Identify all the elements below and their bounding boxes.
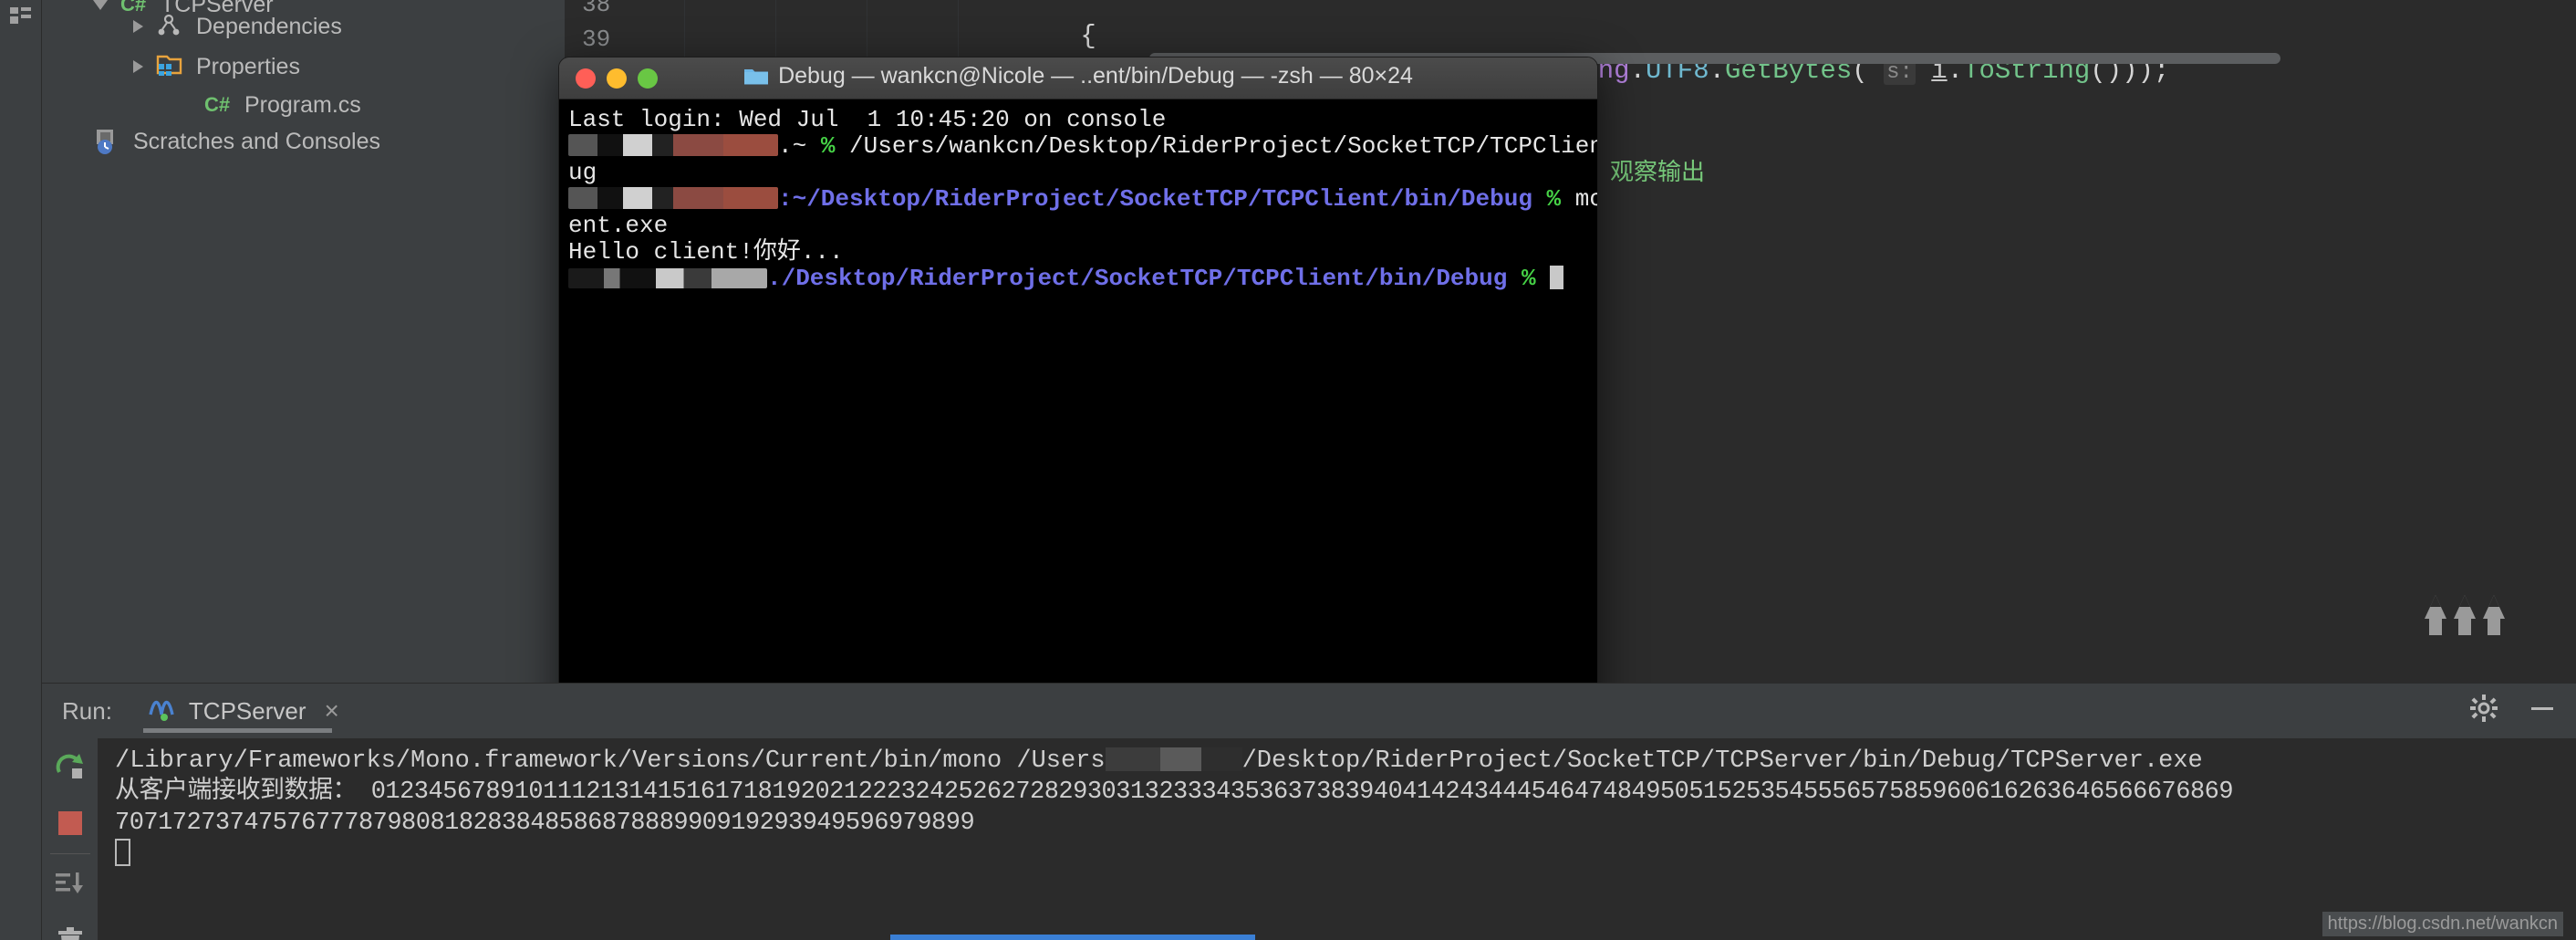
- console-received-data: 0123456789101112131415161718192021222324…: [357, 778, 2234, 806]
- term-line-6: Hello client!你好...: [568, 238, 844, 266]
- run-tool-label: Run:: [62, 696, 112, 725]
- terminal-title-label: Debug — wankcn@Nicole — ..ent/bin/Debug …: [778, 63, 1413, 89]
- run-tool-header: Run: TCPServer ×: [42, 684, 2576, 738]
- term-line-7-path: ./Desktop/RiderProject/SocketTCP/TCPClie…: [767, 265, 1522, 292]
- toolbar-separator: [49, 853, 90, 854]
- rerun-icon: [56, 754, 83, 778]
- scratches-icon: [93, 128, 124, 155]
- stop-icon: [58, 811, 82, 835]
- watermark: https://blog.csdn.net/wankcn: [2322, 912, 2563, 936]
- dependencies-icon: [156, 13, 187, 40]
- console-line-received: 从客户端接收到数据： 01234567891011121314151617181…: [115, 777, 2576, 808]
- chevron-right-icon[interactable]: [133, 20, 143, 33]
- term-line-5: ent.exe: [568, 212, 669, 239]
- run-config-icon: [149, 696, 178, 726]
- close-icon[interactable]: ×: [325, 696, 339, 726]
- terminal-cursor: [1550, 266, 1564, 289]
- run-tab-label: TCPServer: [188, 696, 306, 725]
- mountains-icon: [2423, 591, 2510, 642]
- terminal-body[interactable]: Last login: Wed Jul 1 10:45:20 on consol…: [559, 99, 1597, 720]
- term-line-2-pct: %: [820, 132, 836, 160]
- run-header-actions: [2470, 695, 2556, 726]
- ide-window: 2: Favorites C# TCPServer Dependencies: [0, 0, 2576, 940]
- param-hint-s: s:: [1884, 60, 1916, 85]
- gear-icon[interactable]: [2470, 695, 2498, 726]
- console-caret: [115, 839, 130, 866]
- term-line-3: ug: [568, 159, 597, 186]
- tree-item-scratches[interactable]: Scratches and Consoles: [93, 126, 380, 157]
- stop-button[interactable]: [42, 795, 99, 851]
- tree-item-label: Dependencies: [196, 13, 342, 39]
- tree-item-program-cs[interactable]: C# Program.cs: [204, 89, 361, 120]
- redacted-prompt-1: [568, 134, 778, 156]
- folder-icon: [743, 67, 769, 93]
- tree-item-dependencies[interactable]: Dependencies: [133, 11, 342, 42]
- console-line-received-cont: 7071727374757677787980818283848586878889…: [115, 808, 2576, 839]
- console-line-command: /Library/Frameworks/Mono.framework/Versi…: [115, 746, 2576, 777]
- annotation-observe-output: 观察输出: [1610, 158, 1706, 185]
- tree-item-label: Program.cs: [244, 91, 361, 118]
- left-tool-strip: 2: Favorites: [0, 0, 42, 940]
- properties-folder-icon: [156, 53, 187, 80]
- minimize-icon[interactable]: [2529, 695, 2556, 726]
- run-console-output[interactable]: /Library/Frameworks/Mono.framework/Versi…: [99, 738, 2576, 940]
- term-line-7-pct: %: [1521, 265, 1536, 292]
- run-tool-window: Run: TCPServer × /Library/Frameworks/Mon…: [42, 683, 2576, 940]
- trash-icon: [58, 927, 82, 940]
- csharp-file-icon: C#: [204, 93, 231, 116]
- console-cmd-part2: /Desktop/RiderProject/SocketTCP/TCPServe…: [1241, 747, 2203, 775]
- clear-all-button[interactable]: [42, 913, 99, 940]
- progress-strip: [890, 935, 1255, 940]
- redacted-username: [1105, 747, 1242, 771]
- rerun-button[interactable]: [42, 738, 99, 795]
- redacted-prompt-2: [568, 187, 778, 209]
- terminal-title-text: Debug — wankcn@Nicole — ..ent/bin/Debug …: [559, 63, 1597, 93]
- term-line-1: Last login: Wed Jul 1 10:45:20 on consol…: [568, 106, 1167, 133]
- term-line-4-path: :~/Desktop/RiderProject/SocketTCP/TCPCli…: [778, 185, 1547, 213]
- term-line-4-pct: %: [1546, 185, 1562, 213]
- console-received-data-cont: 7071727374757677787980818283848586878889…: [115, 809, 975, 837]
- tree-item-label: Properties: [196, 53, 300, 79]
- term-line-4-cmd: mono TCPCli: [1574, 185, 1597, 213]
- console-line-caret: [115, 839, 2576, 871]
- redacted-prompt-3: [568, 268, 767, 288]
- terminal-window[interactable]: Debug — wankcn@Nicole — ..ent/bin/Debug …: [558, 57, 1598, 721]
- project-tree-panel: C# TCPServer Dependencies Properties C# …: [42, 0, 566, 683]
- wrap-icon: [56, 872, 83, 893]
- term-line-2-cmd: /Users/wankcn/Desktop/RiderProject/Socke…: [849, 132, 1597, 160]
- structure-icon[interactable]: [9, 5, 33, 26]
- term-line-2-prompt: .~: [778, 132, 821, 160]
- terminal-title-bar[interactable]: Debug — wankcn@Nicole — ..ent/bin/Debug …: [559, 57, 1597, 99]
- line-number-38: 38: [582, 0, 611, 18]
- tree-item-label: Scratches and Consoles: [133, 128, 380, 154]
- soft-wrap-button[interactable]: [42, 856, 99, 913]
- console-cmd-part1: /Library/Frameworks/Mono.framework/Versi…: [115, 747, 1106, 775]
- run-toolbar: [42, 738, 99, 940]
- console-received-label: 从客户端接收到数据：: [115, 778, 358, 806]
- tree-item-properties[interactable]: Properties: [133, 51, 300, 82]
- chevron-right-icon[interactable]: [133, 60, 143, 73]
- line-number-39: 39: [582, 26, 611, 53]
- chevron-down-icon[interactable]: [93, 0, 108, 10]
- run-tab-tcpserver[interactable]: TCPServer ×: [142, 684, 345, 738]
